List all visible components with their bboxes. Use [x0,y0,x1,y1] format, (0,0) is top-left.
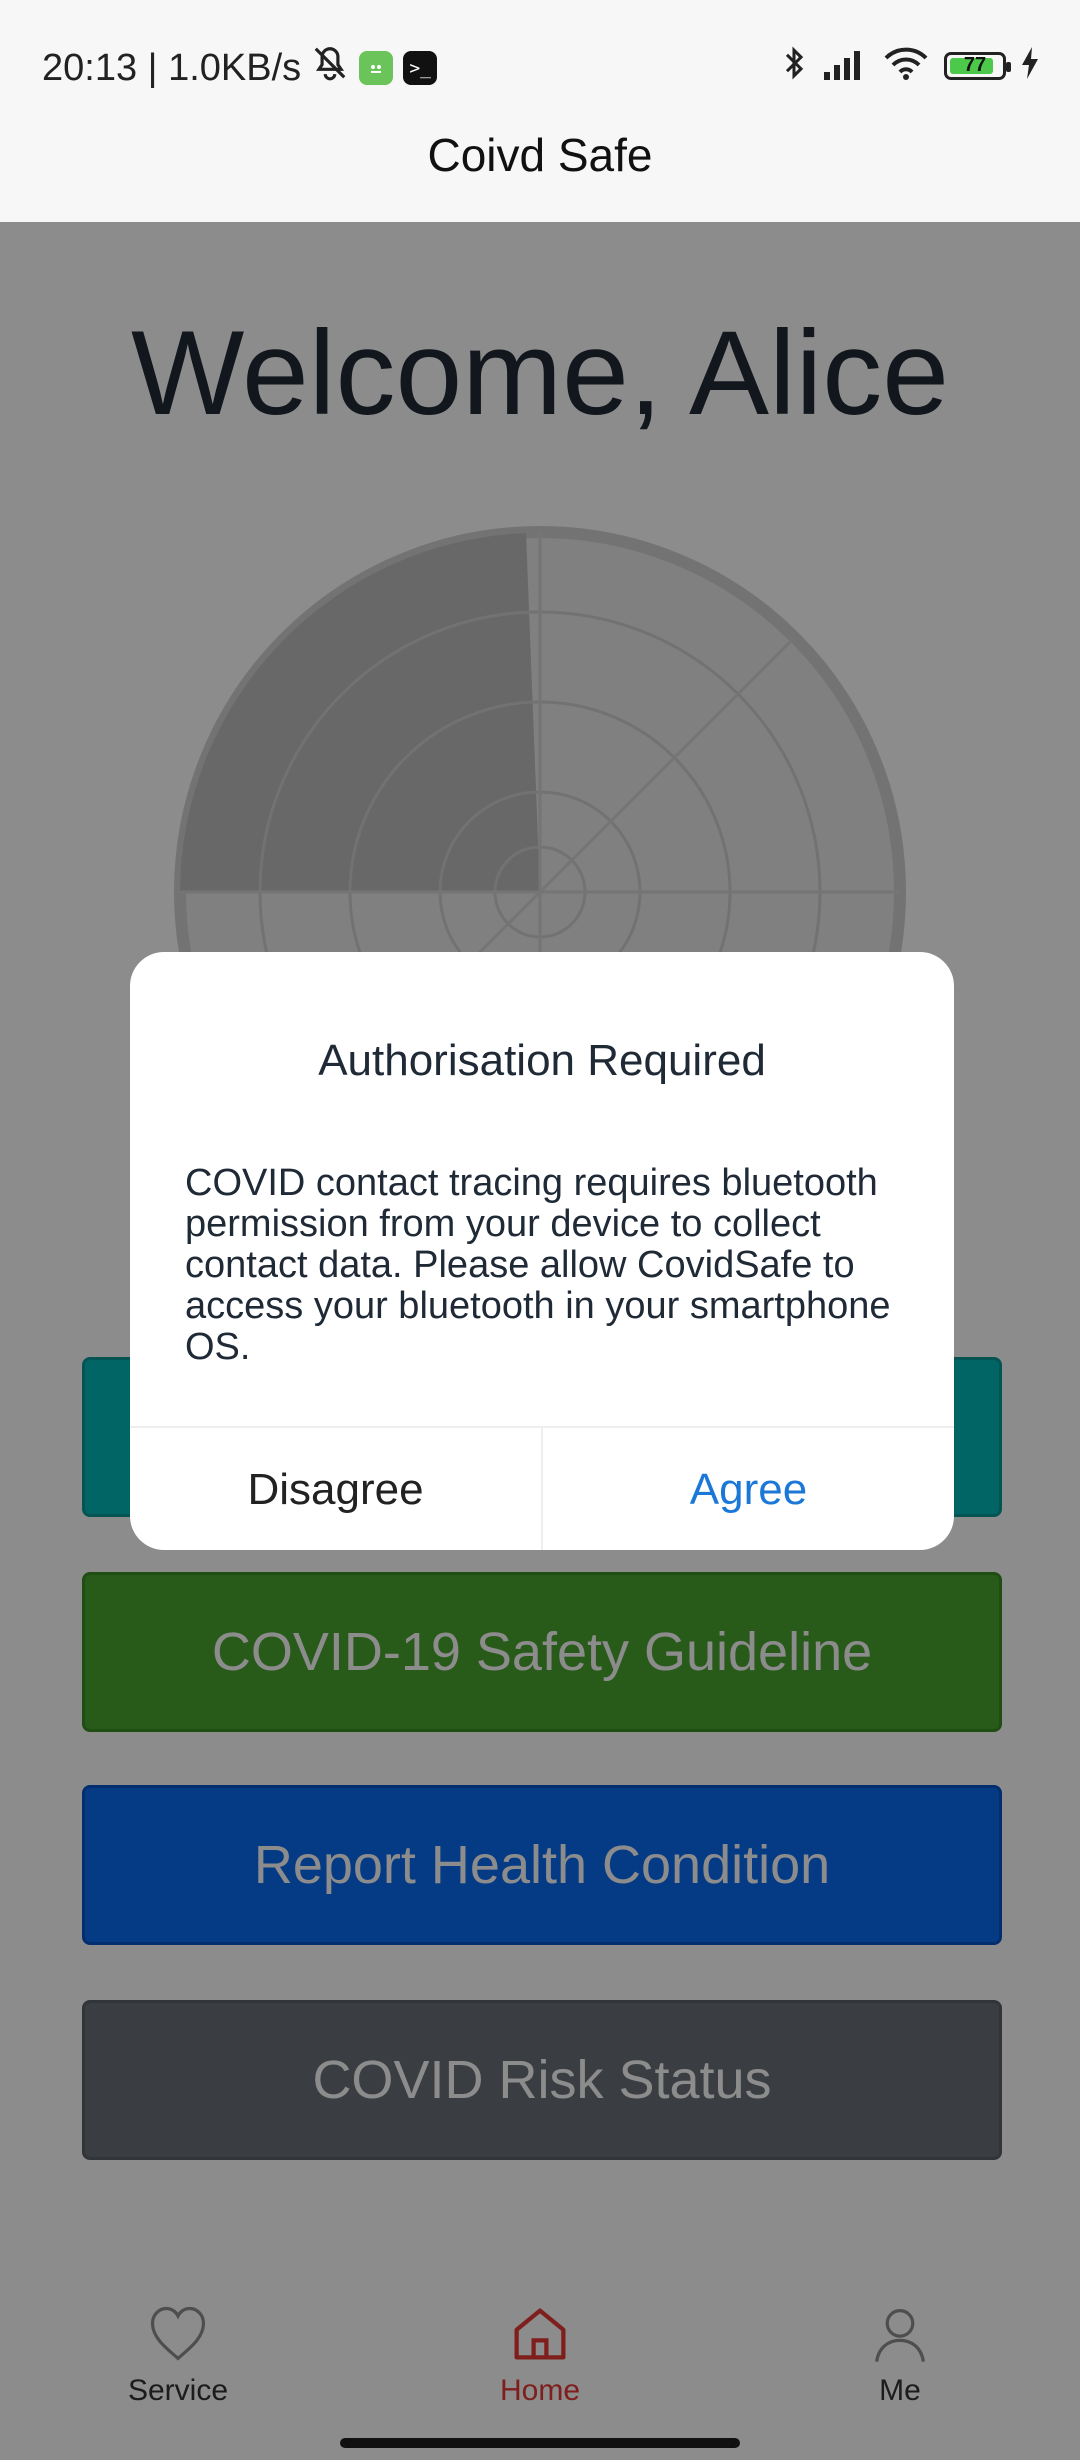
app-title: Coivd Safe [427,129,653,181]
disagree-button[interactable]: Disagree [130,1428,543,1550]
battery-icon: 77 [944,51,1011,80]
status-left: 20:13 | 1.0KB/s >_ [42,44,438,92]
charging-icon [1020,46,1040,85]
time-and-speed: 20:13 | 1.0KB/s [42,46,302,89]
app-icon [359,51,394,85]
battery-level: 77 [963,54,987,76]
bluetooth-icon [780,44,808,87]
dialog-message: COVID contact tracing requires bluetooth… [185,1162,891,1368]
home-indicator[interactable] [340,2438,740,2448]
dialog-actions: Disagree Agree [130,1426,954,1550]
status-right: 77 [780,44,1040,87]
agree-button[interactable]: Agree [543,1428,954,1550]
authorisation-dialog: Authorisation Required COVID contact tra… [130,952,954,1550]
signal-icon [822,44,868,87]
wifi-icon [882,44,930,87]
mute-icon [311,44,349,92]
battery-cap [1006,61,1011,72]
status-bar: 20:13 | 1.0KB/s >_ 77 Coivd Safe [0,0,1080,181]
terminal-icon: >_ [403,51,438,85]
dialog-title: Authorisation Required [318,1036,766,1085]
